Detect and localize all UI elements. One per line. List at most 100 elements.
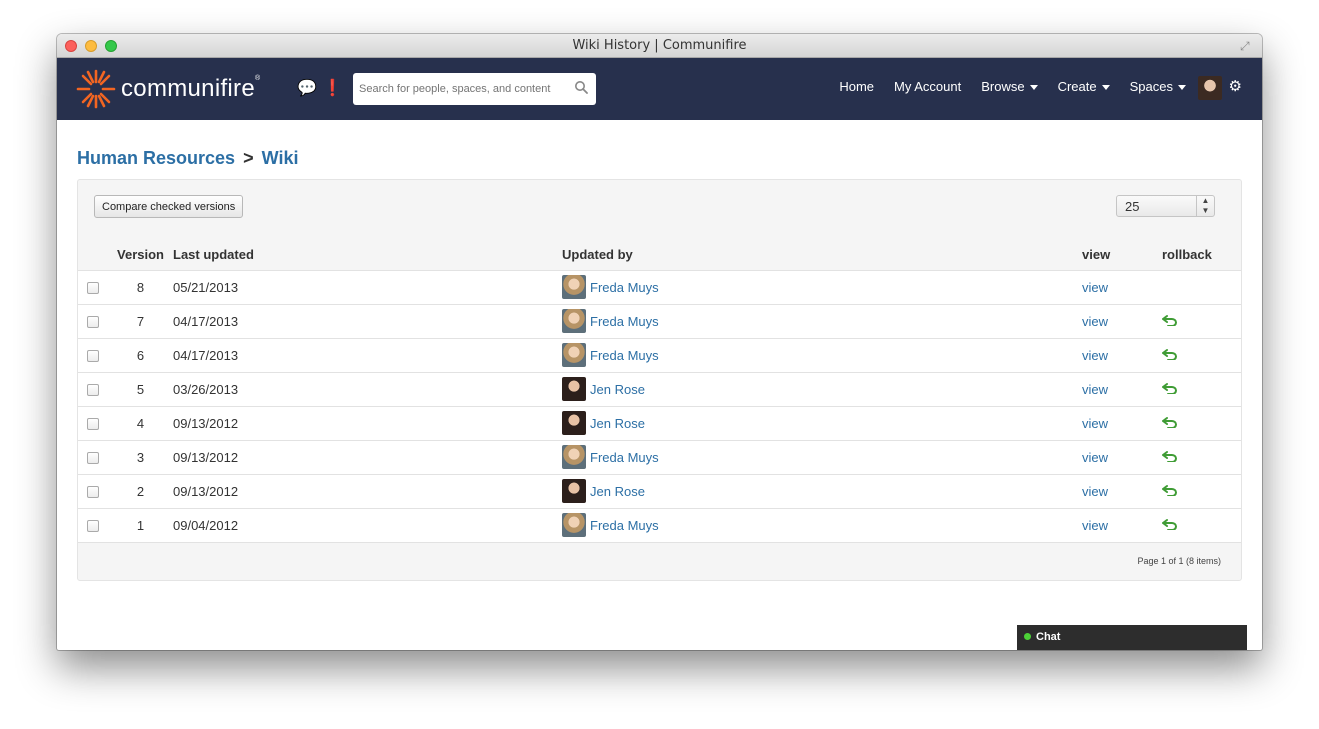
rollback-cell [1162,406,1241,441]
rollback-icon[interactable] [1162,416,1178,429]
row-checkbox-cell [78,338,108,373]
table-row: 8 05/21/2013 Freda Muys view [78,270,1241,305]
row-checkbox-cell [78,474,108,509]
avatar[interactable] [562,309,586,333]
version-number: 8 [108,270,173,305]
row-checkbox[interactable] [87,486,99,499]
nav-my-account[interactable]: My Account [894,79,961,94]
breadcrumb-wiki-link[interactable]: Wiki [262,148,299,168]
rollback-icon[interactable] [1162,382,1178,395]
rollback-cell [1162,508,1241,543]
updated-by-cell: Jen Rose [562,474,1082,509]
table-row: 2 09/13/2012 Jen Rose view [78,474,1241,509]
chat-bar[interactable]: Chat [1017,625,1247,650]
row-checkbox[interactable] [87,418,99,431]
version-table: Version Last updated Updated by view rol… [78,240,1241,543]
version-number: 4 [108,406,173,441]
table-row: 5 03/26/2013 Jen Rose view [78,372,1241,407]
online-status-icon [1024,633,1031,640]
last-updated-date: 09/13/2012 [173,440,562,475]
rollback-cell [1162,270,1241,305]
row-checkbox[interactable] [87,350,99,363]
fullscreen-icon[interactable]: ⤢ [1240,39,1254,53]
row-checkbox[interactable] [87,520,99,533]
chat-bubble-icon[interactable]: 💬 [297,78,317,98]
rollback-icon[interactable] [1162,484,1178,497]
sunburst-logo-icon [76,69,116,109]
search-icon[interactable] [574,80,588,94]
page-size-select[interactable]: 25 ▲ ▼ [1116,195,1215,217]
avatar[interactable] [562,275,586,299]
nav-browse[interactable]: Browse [981,79,1038,94]
avatar[interactable] [562,479,586,503]
view-link[interactable]: view [1082,416,1108,431]
chevron-down-icon [1178,85,1186,91]
view-link[interactable]: view [1082,280,1108,295]
version-number: 6 [108,338,173,373]
alert-icon[interactable]: ❗ [323,78,343,98]
updated-by-cell: Jen Rose [562,406,1082,441]
header-updated-by: Updated by [562,240,1082,271]
last-updated-date: 09/13/2012 [173,474,562,509]
view-link[interactable]: view [1082,382,1108,397]
rollback-icon[interactable] [1162,314,1178,327]
avatar[interactable] [562,445,586,469]
gear-icon[interactable]: ⚙ [1229,77,1242,95]
search-box [353,73,596,105]
header-last-updated: Last updated [173,240,562,271]
last-updated-date: 09/13/2012 [173,406,562,441]
view-link[interactable]: view [1082,518,1108,533]
version-history-panel: Compare checked versions 25 ▲ ▼ Version L… [77,179,1242,581]
chevron-down-icon [1029,85,1038,91]
user-link[interactable]: Freda Muys [590,348,659,363]
user-avatar[interactable] [1198,76,1222,100]
row-checkbox[interactable] [87,384,99,397]
view-link[interactable]: view [1082,314,1108,329]
compare-versions-button[interactable]: Compare checked versions [94,195,244,218]
updated-by-cell: Freda Muys [562,338,1082,373]
view-link[interactable]: view [1082,348,1108,363]
row-checkbox[interactable] [87,452,99,465]
user-link[interactable]: Freda Muys [590,518,659,533]
avatar[interactable] [562,411,586,435]
avatar[interactable] [562,343,586,367]
user-link[interactable]: Freda Muys [590,450,659,465]
nav-icons: 💬 ❗ [297,78,343,98]
user-link[interactable]: Freda Muys [590,280,659,295]
nav-create[interactable]: Create [1058,79,1110,94]
row-checkbox-cell [78,372,108,407]
row-checkbox-cell [78,406,108,441]
nav-spaces-label: Spaces [1129,79,1173,94]
breadcrumb-separator: > [243,148,254,168]
user-link[interactable]: Jen Rose [590,382,645,397]
up-down-arrows-icon: ▲ ▼ [1196,196,1214,216]
row-checkbox[interactable] [87,316,99,329]
search-input[interactable] [359,74,569,104]
view-link[interactable]: view [1082,484,1108,499]
nav-browse-label: Browse [981,79,1025,94]
rollback-icon[interactable] [1162,518,1178,531]
view-cell: view [1082,338,1162,373]
avatar[interactable] [562,513,586,537]
user-link[interactable]: Freda Muys [590,314,659,329]
user-link[interactable]: Jen Rose [590,416,645,431]
table-row: 6 04/17/2013 Freda Muys view [78,338,1241,373]
row-checkbox[interactable] [87,282,99,295]
nav-home[interactable]: Home [839,79,874,94]
breadcrumb-space-link[interactable]: Human Resources [77,148,235,168]
user-link[interactable]: Jen Rose [590,484,645,499]
view-link[interactable]: view [1082,450,1108,465]
rollback-icon[interactable] [1162,450,1178,463]
rollback-icon[interactable] [1162,348,1178,361]
nav-create-label: Create [1057,79,1097,94]
row-checkbox-cell [78,440,108,475]
rollback-cell [1162,372,1241,407]
communifire-logo[interactable]: communifire® [75,68,260,110]
updated-by-cell: Freda Muys [562,304,1082,339]
nav-spaces[interactable]: Spaces [1130,79,1186,94]
header-version: Version [108,240,173,271]
avatar[interactable] [562,377,586,401]
view-cell: view [1082,440,1162,475]
version-number: 3 [108,440,173,475]
view-cell: view [1082,270,1162,305]
